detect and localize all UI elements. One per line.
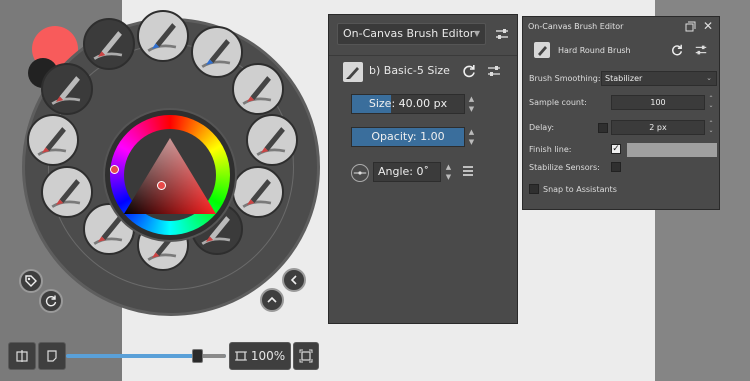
angle-dial-icon[interactable] — [351, 164, 369, 182]
collapse-palette-button[interactable] — [282, 268, 306, 292]
docker-brush-name: Hard Round Brush — [558, 46, 631, 55]
smoothing-label: Brush Smoothing: — [529, 74, 601, 83]
refresh-icon — [45, 295, 57, 307]
snap-label: Snap to Assistants — [543, 185, 617, 194]
sample-count-spin[interactable]: ⌃ ⌄ — [707, 95, 715, 110]
finish-line-checkbox[interactable]: ✓ — [611, 144, 621, 154]
finish-line-highlight — [627, 143, 717, 157]
brush-preset-eraser-hard[interactable] — [137, 10, 189, 62]
chevron-down-icon: ⌄ — [706, 74, 712, 82]
brush-preset-ink-pen[interactable] — [83, 18, 135, 70]
delay-spin[interactable]: ⌃ ⌄ — [707, 120, 715, 135]
finish-line-label: Finish line: — [529, 145, 572, 154]
clear-history-button[interactable] — [39, 289, 63, 313]
expand-palette-button[interactable] — [260, 288, 284, 312]
zoom-slider-handle[interactable] — [192, 349, 204, 363]
brush-preset-paint-smudge[interactable] — [246, 114, 298, 166]
smoothing-value: Stabilizer — [605, 74, 643, 83]
page-icon — [47, 350, 57, 362]
angle-value: Angle: 0˚ — [378, 165, 430, 178]
opacity-slider[interactable]: Opacity: 1.00 — [351, 127, 465, 147]
brush-tip-icon — [147, 23, 177, 52]
smoothing-combo[interactable]: Stabilizer ⌄ — [601, 71, 717, 86]
docker-brush-row: Hard Round Brush — [528, 40, 716, 62]
brush-tip-icon — [51, 76, 81, 105]
reload-preset-icon[interactable] — [670, 43, 684, 57]
brush-preset-airbrush-soft[interactable] — [232, 63, 284, 115]
brush-preset-icon — [534, 42, 550, 58]
close-icon[interactable]: ✕ — [703, 19, 713, 33]
chevron-left-icon — [290, 275, 297, 285]
preset-combo[interactable]: On-Canvas Brush Editor ▼ — [337, 23, 486, 45]
size-slider[interactable]: Size: 40.00 px — [351, 94, 465, 114]
tag-icon — [25, 275, 37, 287]
fit-view-icon — [299, 349, 313, 363]
zoom-frame-icon — [234, 351, 247, 361]
docker-title: On-Canvas Brush Editor — [528, 22, 624, 31]
size-spin-buttons[interactable]: ▲ ▼ — [467, 94, 476, 114]
mirror-button[interactable] — [8, 342, 36, 370]
sample-count-value: 100 — [650, 98, 666, 107]
brush-tip-icon — [242, 76, 272, 105]
brush-tip-icon — [256, 127, 286, 156]
brush-preset-icon — [343, 62, 363, 82]
sample-count-field[interactable]: 100 — [611, 95, 705, 110]
brush-tip-icon — [201, 39, 231, 68]
opacity-spin-buttons[interactable]: ▲ ▼ — [467, 127, 476, 147]
brush-tip-icon — [51, 179, 81, 208]
size-value: Size: 40.00 px — [368, 97, 448, 110]
snap-checkbox[interactable] — [529, 184, 539, 194]
tag-button[interactable] — [19, 269, 43, 293]
hamburger-menu-icon[interactable] — [462, 164, 474, 178]
preset-combo-label: On-Canvas Brush Editor — [343, 27, 475, 40]
delay-checkbox[interactable] — [598, 123, 608, 133]
brush-settings-icon[interactable] — [694, 43, 708, 57]
panel-separator — [329, 55, 517, 56]
brush-preset-marker-dark[interactable] — [41, 63, 93, 115]
brush-tip-icon — [37, 127, 67, 156]
brush-preset-pencil-soft[interactable] — [27, 114, 79, 166]
brush-preset-eraser-soft[interactable] — [191, 26, 243, 78]
delay-value: 2 px — [649, 123, 667, 132]
brush-preset-ink-brush[interactable] — [232, 166, 284, 218]
opacity-value: Opacity: 1.00 — [371, 130, 445, 143]
angle-field[interactable]: Angle: 0˚ — [373, 162, 441, 182]
stabilize-sensors-checkbox[interactable] — [611, 162, 621, 172]
float-docker-icon[interactable] — [685, 21, 696, 32]
brush-settings-icon[interactable] — [486, 63, 502, 79]
reload-preset-icon[interactable] — [461, 63, 477, 79]
zoom-level-label: 100% — [250, 349, 286, 363]
delay-label: Delay: — [529, 123, 555, 132]
angle-spin-buttons[interactable]: ▲ ▼ — [444, 162, 453, 182]
delay-field[interactable]: 2 px — [611, 120, 705, 135]
color-triangle-handle[interactable] — [157, 181, 166, 190]
brush-tip-icon — [93, 31, 123, 60]
zoom-reset-button[interactable]: 100% — [229, 342, 291, 370]
sample-count-label: Sample count: — [529, 98, 587, 107]
brush-tip-icon — [242, 179, 272, 208]
mirror-icon — [16, 350, 28, 362]
brush-preset-chalk[interactable] — [41, 166, 93, 218]
hue-handle[interactable] — [110, 165, 119, 174]
fit-to-view-button[interactable] — [293, 342, 319, 370]
brush-name: b) Basic-5 Size — [369, 64, 450, 77]
chevron-up-icon — [267, 296, 277, 303]
saturation-value-triangle[interactable] — [114, 124, 226, 228]
brush-editor-panel: On-Canvas Brush Editor ▼ b) Basic-5 Size… — [328, 14, 518, 324]
sliders-icon[interactable] — [493, 25, 511, 43]
chevron-down-icon: ▼ — [473, 29, 480, 38]
brush-editor-docker: On-Canvas Brush Editor ✕ Hard Round Brus… — [522, 16, 720, 210]
stabilize-sensors-label: Stabilize Sensors: — [529, 163, 600, 172]
canvas-only-button[interactable] — [38, 342, 66, 370]
